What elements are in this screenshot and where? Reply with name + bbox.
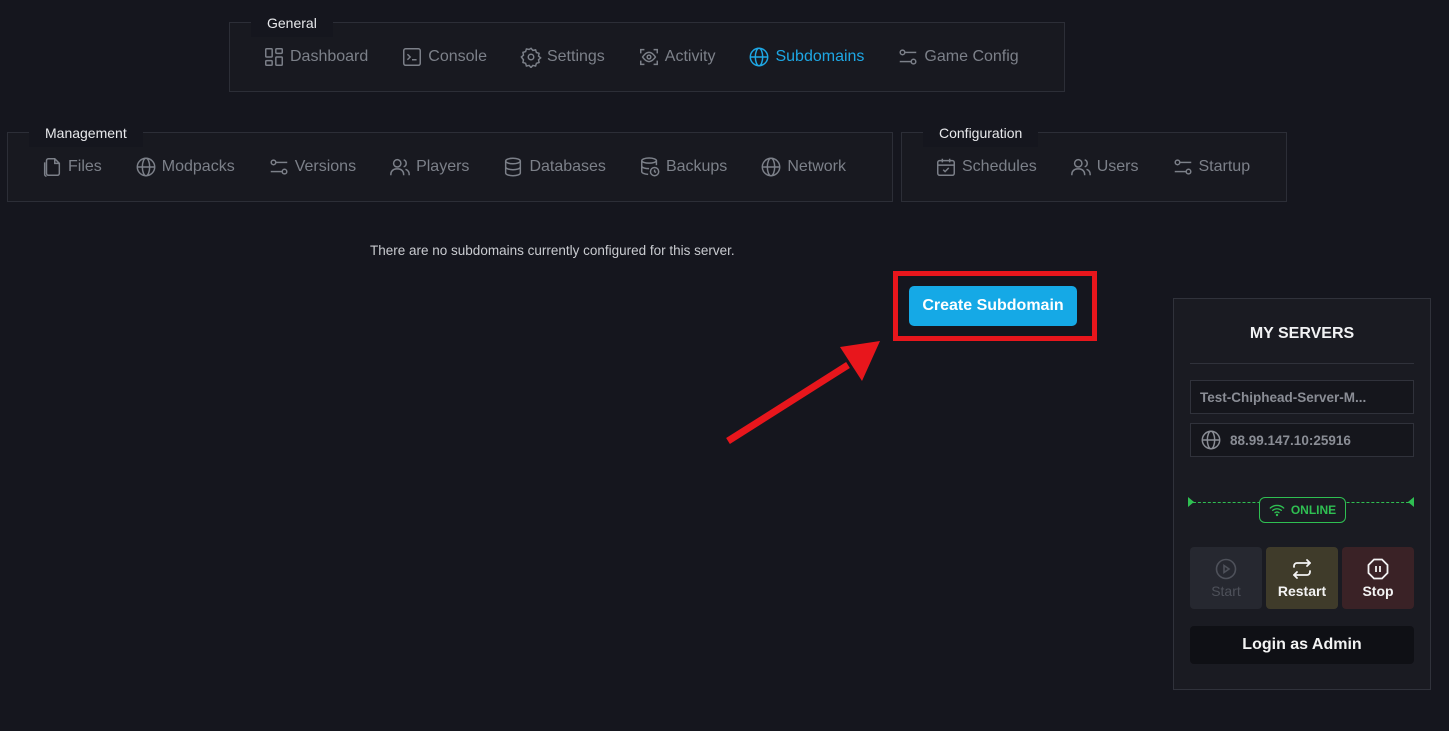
sliders-icon — [270, 159, 288, 175]
management-nav-group: Management Files Modpacks Versions Playe… — [7, 119, 893, 202]
tab-startup[interactable]: Startup — [1172, 156, 1251, 178]
wifi-icon — [1269, 504, 1285, 517]
server-ip-field[interactable]: 88.99.147.10:25916 — [1190, 423, 1414, 457]
globe-icon — [136, 157, 156, 177]
tab-settings-label: Settings — [546, 48, 605, 65]
restart-button[interactable]: Restart — [1266, 547, 1338, 609]
tab-dashboard-label: Dashboard — [290, 48, 369, 65]
gear-icon — [520, 47, 542, 68]
tab-backups[interactable]: Backups — [639, 156, 727, 178]
users-icon — [390, 158, 410, 176]
database-icon — [505, 157, 522, 177]
users-icon — [1070, 158, 1091, 176]
stop-icon — [1367, 558, 1389, 580]
create-subdomain-button[interactable]: Create Subdomain — [909, 286, 1077, 326]
panel-divider — [1190, 363, 1414, 364]
tab-schedules[interactable]: Schedules — [935, 156, 1037, 178]
server-name-field[interactable]: Test-Chiphead-Server-M... — [1190, 380, 1414, 414]
restart-label: Restart — [1277, 583, 1327, 599]
tab-subdomains[interactable]: Subdomains — [748, 46, 864, 68]
play-icon — [1215, 558, 1237, 580]
terminal-icon — [403, 48, 422, 66]
status-line-right-marker — [1408, 497, 1414, 507]
tab-game-config[interactable]: Game Config — [897, 46, 1019, 68]
tab-dashboard[interactable]: Dashboard — [263, 46, 368, 68]
globe-icon — [1201, 430, 1221, 450]
tab-network[interactable]: Network — [760, 156, 846, 178]
tab-versions-label: Versions — [294, 158, 357, 175]
tab-databases[interactable]: Databases — [502, 156, 606, 178]
calendar-icon — [937, 158, 955, 176]
files-icon — [43, 158, 61, 177]
tab-players-label: Players — [416, 158, 470, 175]
tab-users-label: Users — [1096, 158, 1139, 175]
tab-files-label: Files — [68, 158, 102, 175]
annotation-arrow — [726, 341, 880, 444]
tab-modpacks[interactable]: Modpacks — [135, 156, 235, 178]
general-nav-group: General Dashboard Console Settings Activ… — [229, 9, 1065, 92]
status-line-left-marker — [1188, 497, 1194, 507]
tab-game-config-label: Game Config — [924, 48, 1019, 65]
sliders-icon — [899, 49, 917, 65]
tab-activity[interactable]: Activity — [638, 46, 716, 68]
status-badge: ONLINE — [1259, 497, 1346, 523]
tab-console[interactable]: Console — [401, 46, 487, 68]
sliders-icon — [1173, 159, 1192, 175]
tab-users[interactable]: Users — [1070, 156, 1139, 178]
tab-settings[interactable]: Settings — [520, 46, 605, 68]
stop-label: Stop — [1362, 583, 1394, 599]
dashboard-icon — [265, 48, 283, 66]
globe-icon — [750, 47, 769, 67]
start-button[interactable]: Start — [1190, 547, 1262, 609]
tab-activity-label: Activity — [664, 48, 716, 65]
tab-console-label: Console — [428, 48, 487, 65]
tab-network-label: Network — [787, 158, 846, 175]
globe-icon — [761, 157, 781, 177]
tab-players[interactable]: Players — [389, 156, 469, 178]
tab-schedules-label: Schedules — [962, 158, 1037, 175]
start-label: Start — [1211, 583, 1241, 599]
my-servers-panel: MY SERVERS Test-Chiphead-Server-M... 88.… — [1173, 298, 1431, 690]
stop-button[interactable]: Stop — [1342, 547, 1414, 609]
eye-icon — [639, 48, 658, 66]
my-servers-title: MY SERVERS — [1249, 325, 1355, 342]
tab-subdomains-label: Subdomains — [775, 48, 865, 65]
tab-versions[interactable]: Versions — [268, 156, 356, 178]
configuration-nav-group: Configuration Schedules Users Startup — [901, 119, 1287, 202]
server-ip: 88.99.147.10:25916 — [1230, 432, 1351, 448]
login-as-admin-button[interactable]: Login as Admin — [1190, 626, 1414, 664]
status-text: ONLINE — [1290, 503, 1337, 517]
restart-icon — [1293, 559, 1311, 579]
tab-modpacks-label: Modpacks — [161, 158, 235, 175]
tab-startup-label: Startup — [1198, 158, 1251, 175]
tab-files[interactable]: Files — [41, 156, 102, 178]
tab-backups-label: Backups — [665, 158, 728, 175]
tab-databases-label: Databases — [529, 158, 606, 175]
backup-icon — [640, 157, 660, 177]
empty-subdomains-message: There are no subdomains currently config… — [370, 243, 735, 258]
server-name: Test-Chiphead-Server-M... — [1200, 389, 1367, 405]
